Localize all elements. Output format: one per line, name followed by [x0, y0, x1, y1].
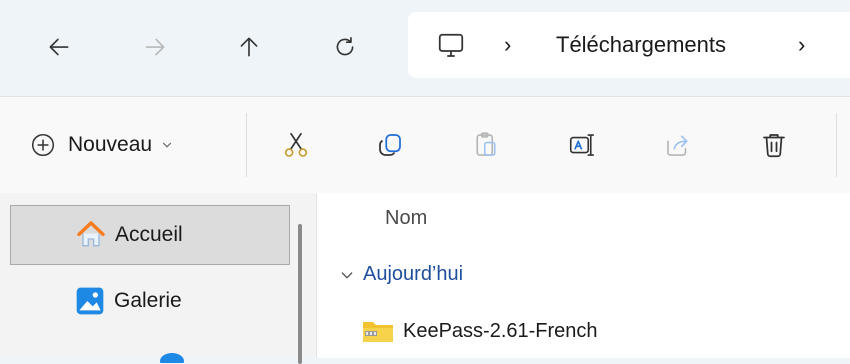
sidebar-item-gallery[interactable]: Galerie	[10, 271, 290, 331]
breadcrumb-separator-trailing[interactable]: ›	[798, 32, 805, 58]
group-label: Aujourd’hui	[363, 263, 464, 285]
share-button[interactable]	[658, 125, 698, 165]
breadcrumb-separator[interactable]: ›	[504, 32, 511, 58]
group-header-today[interactable]: Aujourd’hui	[339, 263, 463, 286]
file-row[interactable]: KeePass-2.61-French	[361, 313, 831, 349]
delete-icon	[763, 134, 785, 158]
copy-icon	[379, 134, 401, 156]
computer-icon	[438, 33, 464, 57]
cut-button[interactable]	[276, 125, 316, 165]
plus-circle-icon	[31, 133, 55, 157]
address-bar[interactable]: › Téléchargements ›	[408, 12, 850, 78]
up-button[interactable]	[226, 24, 272, 70]
sidebar-item-label: Galerie	[114, 289, 182, 312]
chevron-down-icon	[341, 271, 353, 279]
arrow-left-icon	[49, 38, 69, 56]
back-button[interactable]	[36, 24, 82, 70]
file-name: KeePass-2.61-French	[403, 319, 598, 342]
new-button-label: Nouveau	[68, 133, 153, 156]
sidebar-scrollbar-thumb[interactable]	[298, 224, 302, 364]
arrow-up-icon	[240, 37, 258, 57]
navigation-bar: › Téléchargements ›	[0, 0, 850, 96]
breadcrumb-downloads[interactable]: Téléchargements	[556, 32, 726, 58]
paste-icon	[476, 132, 496, 156]
copy-button[interactable]	[370, 125, 410, 165]
sidebar-item-home[interactable]: Accueil	[10, 205, 290, 265]
onedrive-icon	[160, 353, 184, 363]
forward-button[interactable]	[132, 24, 178, 70]
toolbar-separator-end	[836, 113, 837, 177]
cut-icon	[284, 132, 308, 157]
paste-button[interactable]	[466, 125, 506, 165]
sidebar-item-label: Accueil	[115, 223, 183, 246]
chevron-down-icon	[162, 142, 172, 148]
arrow-right-icon	[145, 38, 165, 56]
file-list: Nom Aujourd’hui KeePass-2.61-French	[317, 193, 850, 358]
column-header-name[interactable]: Nom	[385, 207, 427, 230]
toolbar-separator	[246, 113, 247, 177]
zip-folder-icon	[363, 322, 393, 342]
rename-icon	[569, 134, 595, 156]
new-button[interactable]: Nouveau	[30, 125, 174, 165]
delete-button[interactable]	[754, 125, 794, 165]
home-icon	[77, 221, 105, 247]
rename-button[interactable]	[562, 125, 602, 165]
refresh-button[interactable]	[322, 24, 368, 70]
gallery-icon	[76, 287, 104, 315]
command-bar: Nouveau	[0, 97, 850, 193]
navigation-pane: Accueil Galerie	[0, 193, 316, 363]
share-icon	[667, 135, 688, 156]
refresh-icon	[336, 36, 354, 56]
